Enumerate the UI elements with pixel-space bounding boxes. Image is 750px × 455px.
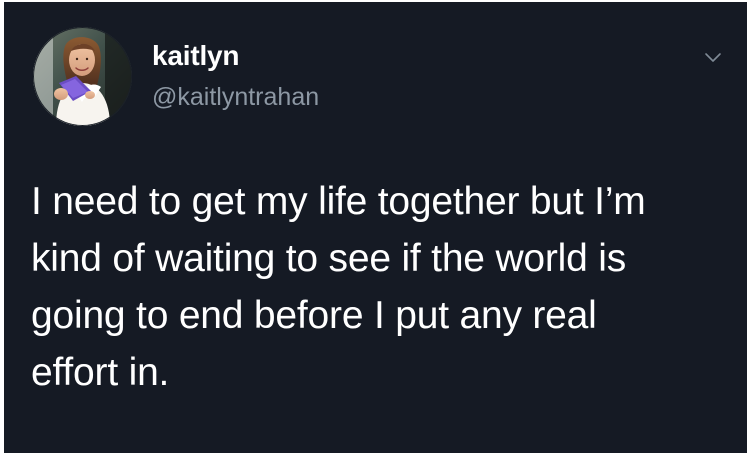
tweet-menu-button[interactable]	[704, 52, 722, 64]
tweet-text: I need to get my life together but I’m k…	[31, 180, 646, 394]
tweet-card: kaitlyn @kaitlyntrahan I need to get my …	[4, 2, 747, 453]
display-name[interactable]: kaitlyn	[152, 40, 240, 72]
avatar[interactable]	[33, 27, 132, 126]
chevron-down-icon	[705, 53, 721, 62]
user-handle[interactable]: @kaitlyntrahan	[152, 82, 319, 112]
profile-photo-icon	[33, 27, 132, 126]
tweet-screenshot: kaitlyn @kaitlyntrahan I need to get my …	[0, 0, 750, 455]
